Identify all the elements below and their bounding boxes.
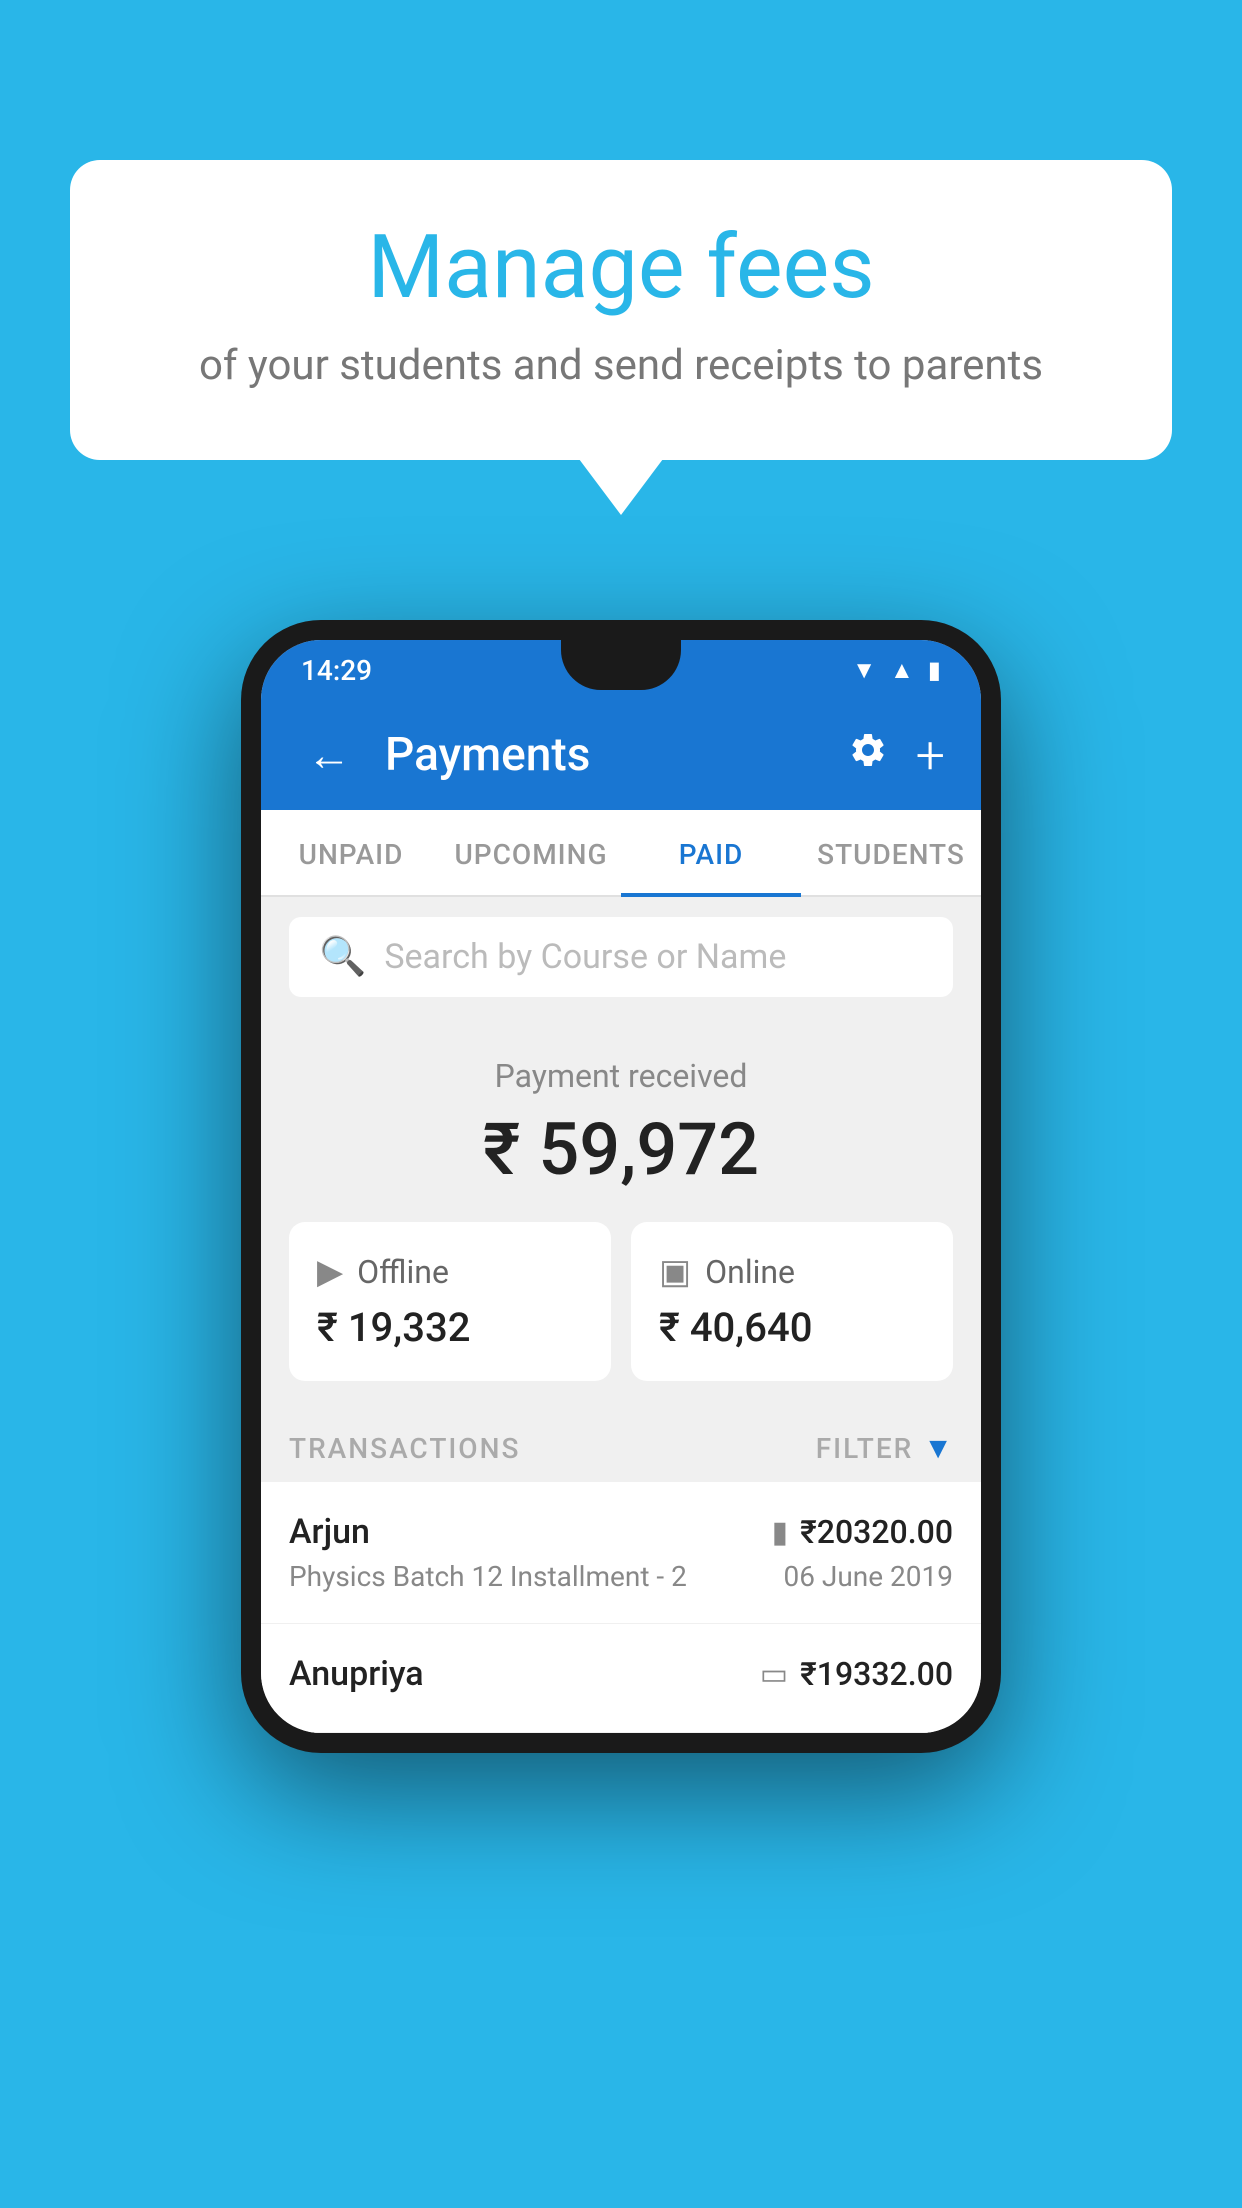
transaction-row-top-2: Anupriya ▭ ₹19332.00 — [289, 1654, 953, 1694]
transactions-label: TRANSACTIONS — [289, 1432, 520, 1465]
filter-button[interactable]: FILTER ▼ — [816, 1431, 953, 1466]
payment-received-label: Payment received — [289, 1057, 953, 1095]
transactions-list: Arjun ▮ ₹20320.00 Physics Batch 12 Insta… — [261, 1482, 981, 1733]
online-icon: ▣ — [659, 1252, 691, 1292]
signal-icon: ▲ — [890, 656, 914, 685]
phone-outer: 14:29 ▼ ▲ ▮ ← Payments + — [241, 620, 1001, 1753]
app-bar: ← Payments + — [261, 700, 981, 810]
filter-icon: ▼ — [923, 1431, 953, 1466]
wifi-icon: ▼ — [852, 656, 876, 685]
payment-cards: ▶ Offline ₹ 19,332 ▣ Online ₹ 40,640 — [261, 1222, 981, 1411]
app-bar-actions: + — [848, 725, 945, 786]
page-title: Payments — [385, 728, 824, 782]
gear-icon — [848, 730, 888, 770]
table-row[interactable]: Anupriya ▭ ₹19332.00 — [261, 1624, 981, 1733]
tabs-bar: UNPAID UPCOMING PAID STUDENTS — [261, 810, 981, 897]
phone-mockup: 14:29 ▼ ▲ ▮ ← Payments + — [241, 620, 1001, 1753]
search-placeholder: Search by Course or Name — [384, 937, 786, 977]
add-button[interactable]: + — [916, 725, 945, 786]
offline-amount: ₹ 19,332 — [317, 1304, 583, 1351]
settings-button[interactable] — [848, 729, 888, 781]
transaction-amount: ₹20320.00 — [800, 1513, 953, 1551]
online-card-header: ▣ Online — [659, 1252, 925, 1292]
status-icons: ▼ ▲ ▮ — [852, 656, 941, 685]
card-payment-icon: ▮ — [772, 1515, 789, 1550]
filter-label: FILTER — [816, 1432, 914, 1465]
online-amount: ₹ 40,640 — [659, 1304, 925, 1351]
transaction-row-top: Arjun ▮ ₹20320.00 — [289, 1512, 953, 1552]
phone-screen: 14:29 ▼ ▲ ▮ ← Payments + — [261, 640, 981, 1733]
transaction-name: Arjun — [289, 1512, 370, 1552]
payment-received-amount: ₹ 59,972 — [289, 1107, 953, 1192]
back-button[interactable]: ← — [297, 719, 361, 791]
transaction-amount-2: ₹19332.00 — [800, 1655, 953, 1693]
speech-bubble: Manage fees of your students and send re… — [70, 160, 1172, 460]
transaction-name-2: Anupriya — [289, 1654, 424, 1694]
offline-icon: ▶ — [317, 1252, 343, 1292]
phone-notch — [561, 640, 681, 690]
transactions-header: TRANSACTIONS FILTER ▼ — [261, 1411, 981, 1482]
tab-paid[interactable]: PAID — [621, 810, 801, 895]
online-card: ▣ Online ₹ 40,640 — [631, 1222, 953, 1381]
transaction-amount-wrap-2: ▭ ₹19332.00 — [760, 1655, 953, 1693]
battery-icon: ▮ — [928, 656, 941, 684]
cash-payment-icon: ▭ — [760, 1657, 788, 1692]
tab-unpaid[interactable]: UNPAID — [261, 810, 441, 895]
transaction-amount-wrap: ▮ ₹20320.00 — [772, 1513, 953, 1551]
payment-received-section: Payment received ₹ 59,972 — [261, 1017, 981, 1222]
search-bar[interactable]: 🔍 Search by Course or Name — [289, 917, 953, 997]
offline-card: ▶ Offline ₹ 19,332 — [289, 1222, 611, 1381]
search-container: 🔍 Search by Course or Name — [261, 897, 981, 1017]
bubble-subtitle: of your students and send receipts to pa… — [150, 341, 1092, 390]
transaction-row-bottom: Physics Batch 12 Installment - 2 06 June… — [289, 1560, 953, 1593]
status-bar: 14:29 ▼ ▲ ▮ — [261, 640, 981, 700]
table-row[interactable]: Arjun ▮ ₹20320.00 Physics Batch 12 Insta… — [261, 1482, 981, 1624]
tab-upcoming[interactable]: UPCOMING — [441, 810, 621, 895]
offline-card-header: ▶ Offline — [317, 1252, 583, 1292]
status-time: 14:29 — [301, 654, 372, 687]
transaction-date: 06 June 2019 — [783, 1560, 953, 1593]
offline-label: Offline — [357, 1253, 449, 1291]
bubble-title: Manage fees — [150, 220, 1092, 317]
tab-students[interactable]: STUDENTS — [801, 810, 981, 895]
online-label: Online — [705, 1253, 795, 1291]
transaction-course: Physics Batch 12 Installment - 2 — [289, 1560, 687, 1593]
search-icon: 🔍 — [319, 935, 366, 979]
